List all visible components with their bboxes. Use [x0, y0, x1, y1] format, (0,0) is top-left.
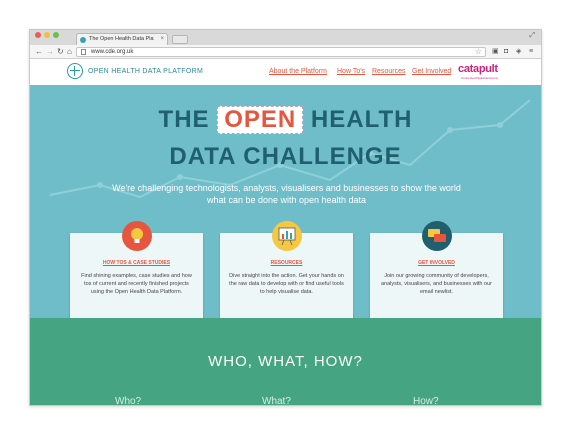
tab-close-icon[interactable]: × [160, 34, 164, 45]
extension-icon[interactable]: ◘ [504, 47, 508, 56]
hero-title-line1: THE OPEN HEALTH [30, 106, 541, 134]
nav-get-involved[interactable]: Get Involved [412, 68, 451, 75]
shield-icon[interactable]: ◈ [516, 47, 521, 56]
address-bar[interactable]: www.cde.org.uk ☆ [76, 47, 486, 57]
card-title-resources[interactable]: RESOURCES [220, 260, 353, 266]
who-what-how-section: WHO, WHAT, HOW? Who? What? How? [30, 318, 541, 406]
who-column: Who? [115, 396, 142, 406]
url-text: www.cde.org.uk [91, 49, 134, 55]
browser-toolbar: ← → ↻ ⌂ www.cde.org.uk ☆ ▣ ◘ ◈ ≡ [30, 45, 541, 59]
new-tab-button[interactable] [172, 35, 188, 44]
chart-board-icon [271, 221, 302, 251]
hero-title-pre: THE [158, 106, 210, 133]
browser-tab[interactable]: The Open Health Data Pla × [76, 33, 168, 45]
chat-bubbles-icon [421, 221, 452, 251]
tab-strip: The Open Health Data Pla × ⤢ [30, 30, 541, 45]
minimize-window-icon[interactable] [44, 32, 50, 38]
nav-resources[interactable]: Resources [372, 68, 405, 75]
tab-title: The Open Health Data Pla [89, 36, 154, 42]
nav-howtos[interactable]: How To's [337, 68, 365, 75]
favicon-icon [80, 37, 86, 43]
bookmark-star-icon[interactable]: ☆ [475, 47, 482, 56]
card-body-get-involved: Join our growing community of developers… [381, 273, 492, 295]
fullscreen-icon[interactable]: ⤢ [529, 32, 535, 40]
card-body-resources: Dive straight into the action. Get your … [229, 273, 344, 295]
home-icon[interactable]: ⌂ [67, 46, 72, 57]
page-info-icon[interactable] [81, 49, 86, 55]
maximize-window-icon[interactable] [53, 32, 59, 38]
nav-about[interactable]: About the Platform [269, 68, 327, 75]
hero-title-highlight: OPEN [217, 106, 304, 134]
hero-subtitle: We're challenging technologists, analyst… [112, 183, 461, 205]
hero-title-post: HEALTH [310, 106, 413, 133]
card-get-involved[interactable]: GET INVOLVED Join our growing community … [370, 221, 503, 318]
card-how-tos[interactable]: HOW TOS & CASE STUDIES Find shining exam… [70, 221, 203, 318]
catapult-logo[interactable]: catapult [458, 63, 498, 75]
logo-text[interactable]: OPEN HEALTH DATA PLATFORM [88, 68, 203, 75]
card-title-how-tos[interactable]: HOW TOS & CASE STUDIES [70, 260, 203, 266]
back-icon[interactable]: ← [35, 46, 43, 57]
hero-section: THE OPEN HEALTH DATA CHALLENGE We're cha… [30, 85, 541, 318]
browser-window: The Open Health Data Pla × ⤢ ← → ↻ ⌂ www… [29, 29, 542, 406]
close-window-icon[interactable] [35, 32, 41, 38]
card-body-how-tos: Find shining examples, case studies and … [81, 273, 192, 295]
plus-logo-icon[interactable] [67, 63, 83, 79]
hero-title-line2: DATA CHALLENGE [169, 143, 402, 170]
pocket-icon[interactable]: ▣ [492, 47, 499, 56]
card-resources[interactable]: RESOURCES Dive straight into the action.… [220, 221, 353, 318]
what-column: What? [262, 396, 291, 406]
site-header: OPEN HEALTH DATA PLATFORM About the Plat… [30, 59, 541, 85]
how-column: How? [413, 396, 439, 406]
forward-icon[interactable]: → [46, 46, 54, 57]
reload-icon[interactable]: ↻ [57, 46, 64, 57]
who-title: WHO, WHAT, HOW? [208, 353, 363, 370]
lightbulb-icon [121, 221, 152, 251]
card-title-get-involved[interactable]: GET INVOLVED [370, 260, 503, 266]
menu-icon[interactable]: ≡ [529, 47, 533, 56]
catapult-tagline: Connected Digital Economy [461, 76, 499, 80]
